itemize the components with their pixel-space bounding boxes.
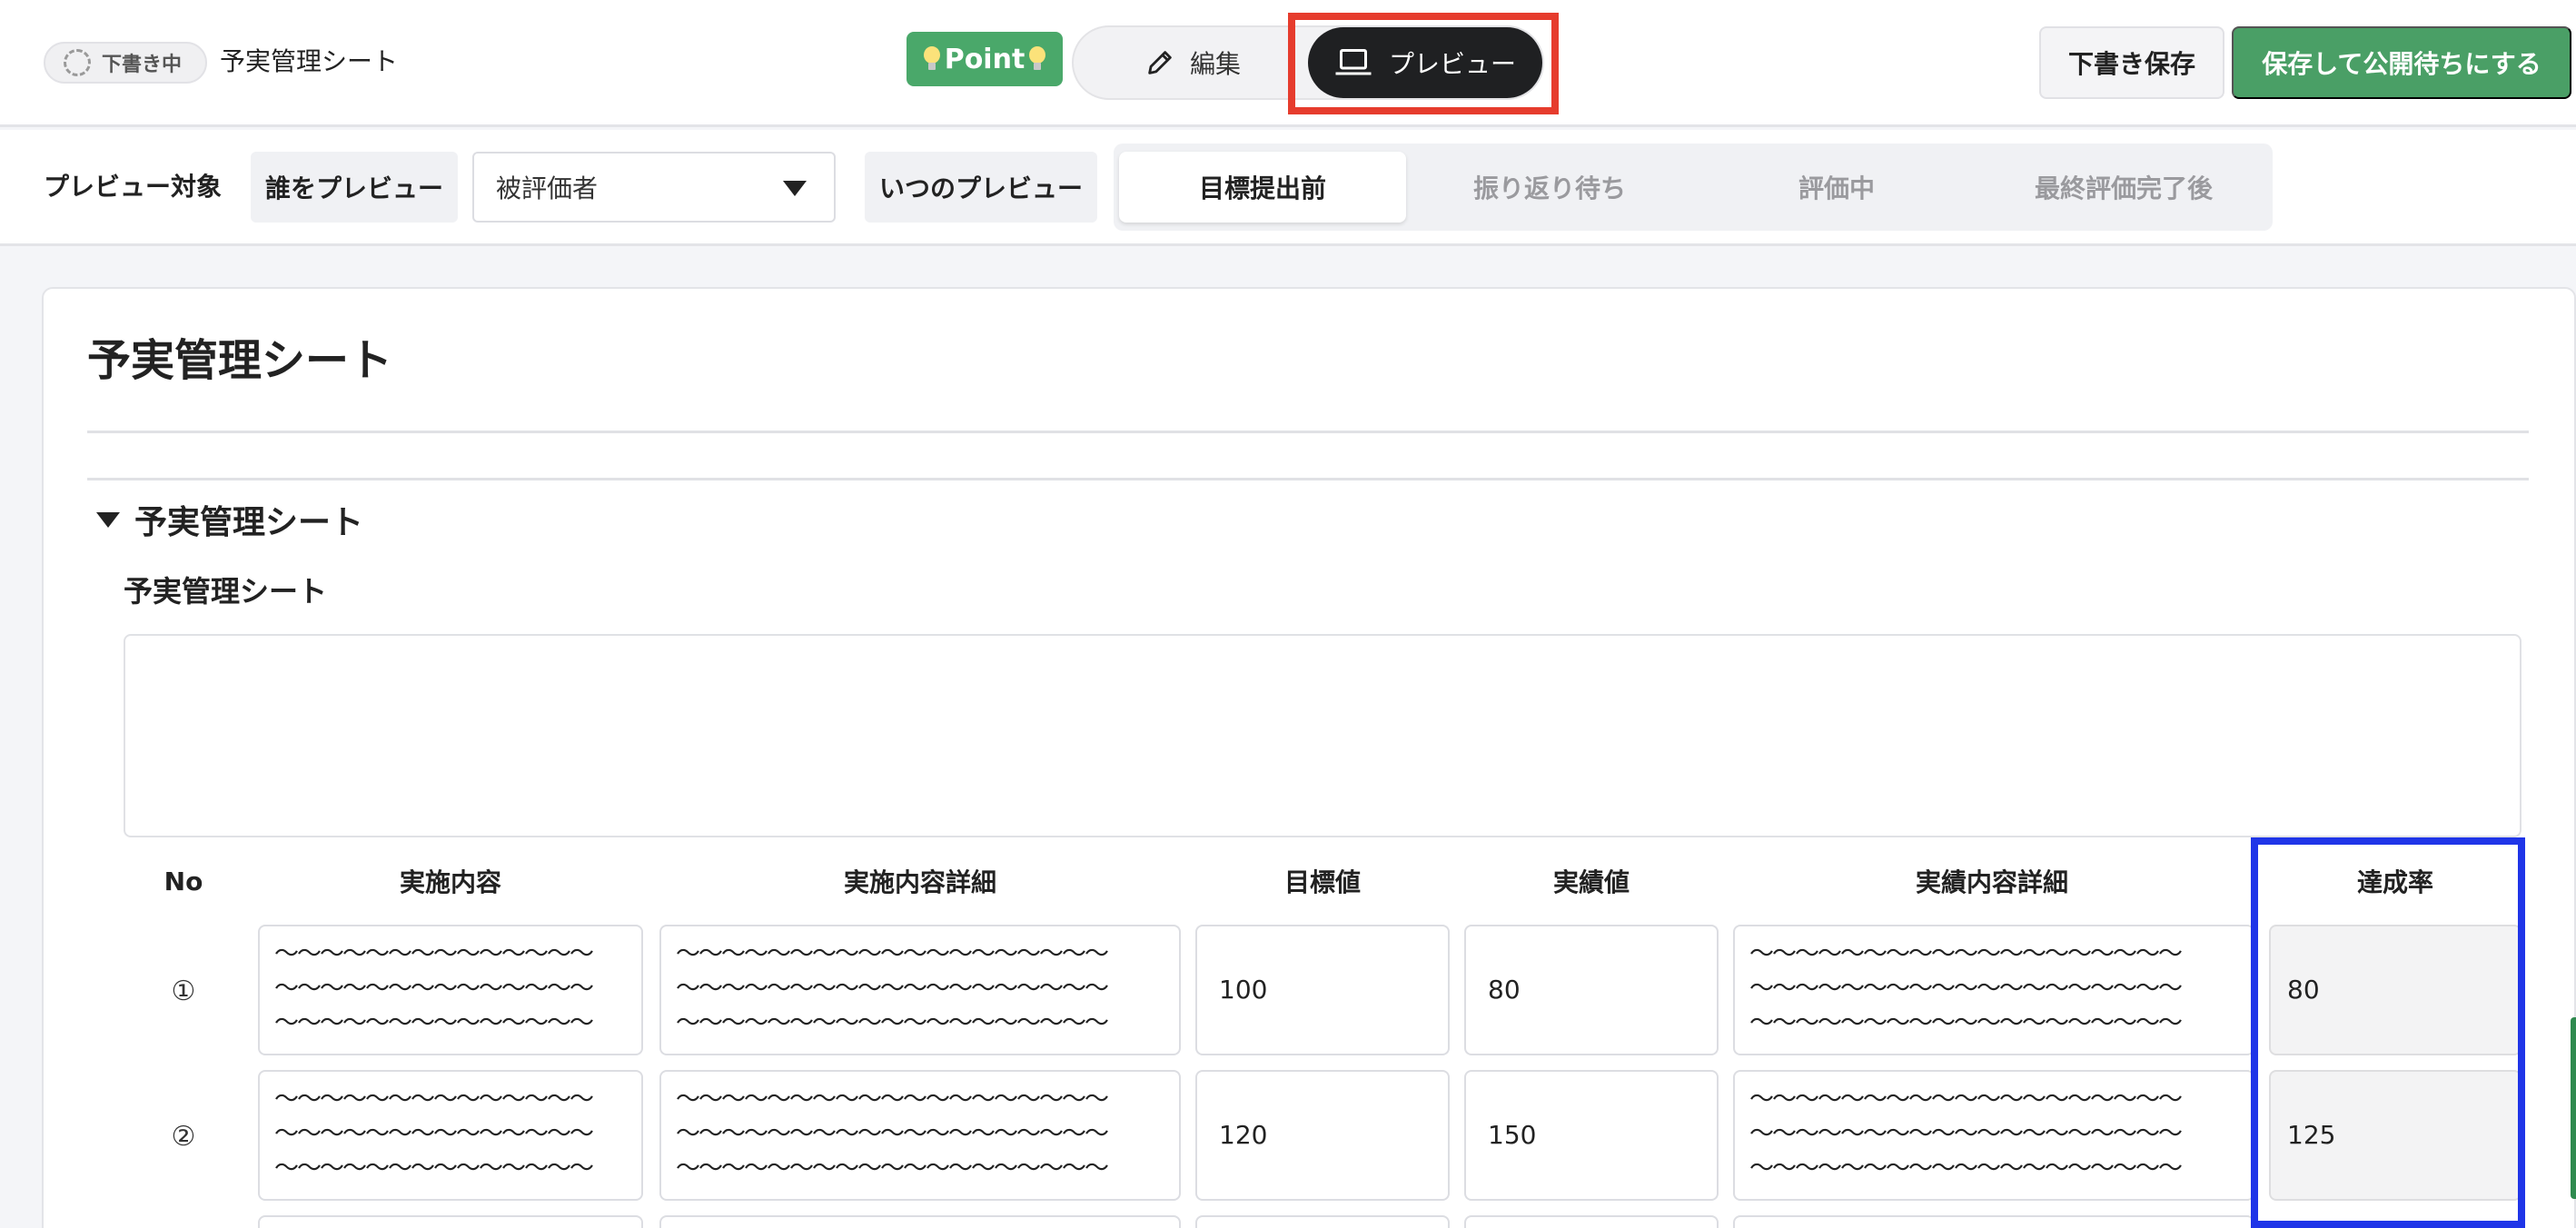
field-title: 予実管理シート — [124, 574, 328, 609]
column-header-target: 目標値 — [1283, 867, 1361, 897]
tab-phase-evaluating[interactable]: 評価中 — [1693, 152, 1980, 223]
divider — [87, 478, 2529, 480]
point-label: Point — [944, 43, 1025, 75]
column-header-content-detail: 実施内容詳細 — [843, 867, 996, 897]
pencil-icon — [1144, 47, 1175, 78]
side-tab[interactable] — [2571, 1017, 2576, 1199]
who-preview-label: 誰をプレビュー — [251, 152, 458, 223]
content-detail-input[interactable] — [659, 1215, 1181, 1228]
tab-phase-before-goal[interactable]: 目標提出前 — [1119, 152, 1406, 223]
column-header-actual-detail: 実績内容詳細 — [1915, 867, 2068, 897]
when-preview-label: いつのプレビュー — [865, 152, 1097, 223]
content-text: 〜〜〜〜〜〜〜〜〜〜〜〜〜〜 〜〜〜〜〜〜〜〜〜〜〜〜〜〜 〜〜〜〜〜〜〜〜〜〜… — [274, 940, 594, 1037]
who-preview-select[interactable]: 被評価者 — [472, 152, 836, 223]
page-title: 予実管理シート — [220, 46, 399, 76]
divider — [87, 431, 2529, 433]
column-header-content: 実施内容 — [399, 867, 501, 897]
actual-detail-text: 〜〜〜〜〜〜〜〜〜〜〜〜〜〜〜〜〜〜〜 〜〜〜〜〜〜〜〜〜〜〜〜〜〜〜〜〜〜〜 … — [1749, 1085, 2183, 1183]
actual-value: 80 — [1488, 975, 1521, 1005]
target-input[interactable]: 120 — [1195, 1070, 1450, 1201]
draft-status-icon — [64, 49, 91, 76]
status-badge-label: 下書き中 — [102, 54, 183, 76]
target-input[interactable]: 100 — [1195, 925, 1450, 1055]
row-number: ② — [171, 1120, 196, 1153]
content-text: 〜〜〜〜〜〜〜〜〜〜〜〜〜〜 〜〜〜〜〜〜〜〜〜〜〜〜〜〜 〜〜〜〜〜〜〜〜〜〜… — [274, 1085, 594, 1183]
triangle-down-icon — [96, 511, 120, 528]
target-input[interactable] — [1195, 1215, 1450, 1228]
actual-detail-input[interactable]: 〜〜〜〜〜〜〜〜〜〜〜〜〜〜〜〜〜〜〜 〜〜〜〜〜〜〜〜〜〜〜〜〜〜〜〜〜〜〜 … — [1733, 1070, 2254, 1201]
content-detail-input[interactable]: 〜〜〜〜〜〜〜〜〜〜〜〜〜〜〜〜〜〜〜 〜〜〜〜〜〜〜〜〜〜〜〜〜〜〜〜〜〜〜 … — [659, 1070, 1181, 1201]
section-title: 予実管理シート — [134, 504, 364, 541]
preview-highlight-box — [1288, 13, 1559, 114]
row-number: ① — [171, 975, 196, 1007]
actual-detail-text: 〜〜〜〜〜〜〜〜〜〜〜〜〜〜〜〜〜〜〜 〜〜〜〜〜〜〜〜〜〜〜〜〜〜〜〜〜〜〜 … — [1749, 940, 2183, 1037]
preview-target-label: プレビュー対象 — [44, 172, 223, 202]
section-toggle[interactable]: 予実管理シート — [96, 496, 363, 543]
description-textarea[interactable] — [124, 634, 2522, 837]
content-input[interactable] — [258, 1215, 643, 1228]
content-input[interactable]: 〜〜〜〜〜〜〜〜〜〜〜〜〜〜 〜〜〜〜〜〜〜〜〜〜〜〜〜〜 〜〜〜〜〜〜〜〜〜〜… — [258, 925, 643, 1055]
target-value: 120 — [1219, 1120, 1268, 1150]
publish-button[interactable]: 保存して公開待ちにする — [2232, 26, 2571, 99]
actual-detail-input[interactable] — [1733, 1215, 2254, 1228]
lightbulb-icon — [1028, 46, 1046, 72]
column-header-actual: 実績値 — [1552, 867, 1630, 897]
tab-phase-awaiting-review[interactable]: 振り返り待ち — [1406, 152, 1693, 223]
status-badge: 下書き中 — [44, 42, 207, 84]
actual-input[interactable]: 150 — [1464, 1070, 1719, 1201]
rate-column-highlight-box — [2251, 837, 2525, 1228]
save-draft-button[interactable]: 下書き保存 — [2039, 26, 2224, 99]
actual-value: 150 — [1488, 1120, 1537, 1150]
actual-input[interactable] — [1464, 1215, 1719, 1228]
content-detail-text: 〜〜〜〜〜〜〜〜〜〜〜〜〜〜〜〜〜〜〜 〜〜〜〜〜〜〜〜〜〜〜〜〜〜〜〜〜〜〜 … — [676, 1085, 1109, 1183]
lightbulb-icon — [923, 46, 941, 72]
content-detail-text: 〜〜〜〜〜〜〜〜〜〜〜〜〜〜〜〜〜〜〜 〜〜〜〜〜〜〜〜〜〜〜〜〜〜〜〜〜〜〜 … — [676, 940, 1109, 1037]
caret-down-icon — [783, 181, 807, 196]
content-input[interactable]: 〜〜〜〜〜〜〜〜〜〜〜〜〜〜 〜〜〜〜〜〜〜〜〜〜〜〜〜〜 〜〜〜〜〜〜〜〜〜〜… — [258, 1070, 643, 1201]
actual-detail-input[interactable]: 〜〜〜〜〜〜〜〜〜〜〜〜〜〜〜〜〜〜〜 〜〜〜〜〜〜〜〜〜〜〜〜〜〜〜〜〜〜〜 … — [1733, 925, 2254, 1055]
edit-mode-button[interactable]: 編集 — [1144, 40, 1308, 85]
who-preview-value: 被評価者 — [496, 173, 599, 203]
actual-input[interactable]: 80 — [1464, 925, 1719, 1055]
target-value: 100 — [1219, 975, 1268, 1005]
point-button[interactable]: Point — [907, 32, 1063, 86]
content-detail-input[interactable]: 〜〜〜〜〜〜〜〜〜〜〜〜〜〜〜〜〜〜〜 〜〜〜〜〜〜〜〜〜〜〜〜〜〜〜〜〜〜〜 … — [659, 925, 1181, 1055]
edit-mode-label: 編集 — [1190, 49, 1242, 79]
sheet-title: 予実管理シート — [87, 335, 393, 386]
tab-phase-final-complete[interactable]: 最終評価完了後 — [1980, 152, 2267, 223]
column-header-no: No — [163, 866, 203, 896]
